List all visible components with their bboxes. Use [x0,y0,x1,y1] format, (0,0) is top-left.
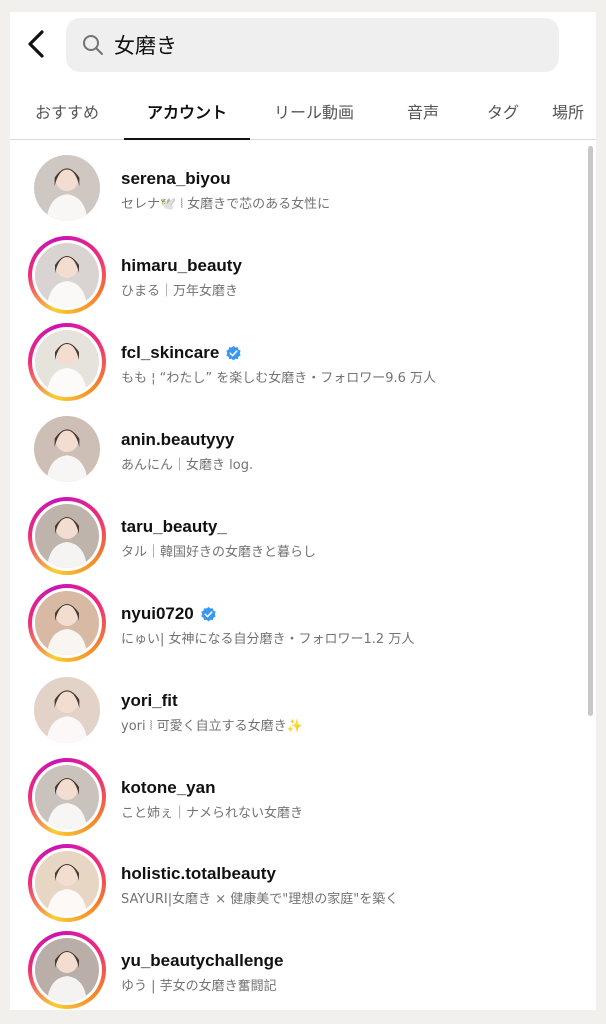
avatar-inner [32,240,102,310]
account-row[interactable]: himaru_beauty ひまる｜万年女磨き [10,236,590,322]
account-subtitle: こと姉ぇ｜ナメられない女磨き [121,806,304,821]
avatar-inner [32,501,102,571]
avatar [35,591,99,655]
username-text: kotone_yan [121,778,216,797]
avatar-story-ring[interactable] [28,323,106,401]
account-row[interactable]: yu_beautychallenge ゆう | 芋女の女磨き奮闘記 [10,931,590,1010]
account-username: serena_biyou [121,169,231,189]
chevron-left-icon [28,30,44,58]
username-text: yu_beautychallenge [121,951,284,970]
avatar-frame[interactable] [28,671,106,749]
header [10,12,596,82]
account-subtitle: セレナ🕊️ ⦚ 女磨きで芯のある女性に [121,197,331,212]
account-subtitle: SAYURI|女磨き × 健康美で"理想の家庭"を築く [121,892,399,907]
account-row[interactable]: yori_fityori ⦚ 可愛く自立する女磨き✨ [10,671,590,757]
account-username: yori_fit [121,691,178,711]
search-icon [82,34,104,56]
tab-places[interactable]: 場所 [552,82,596,139]
username-text: himaru_beauty [121,256,242,275]
avatar-story-ring[interactable] [28,497,106,575]
account-row[interactable]: fcl_skincare もも ¦ “わたし” を楽しむ女磨き・フォロワー9.6 … [10,323,590,409]
avatar-story-ring[interactable] [28,236,106,314]
avatar [34,677,100,743]
username-text: yori_fit [121,691,178,710]
avatar-story-ring[interactable] [28,844,106,922]
username-text: serena_biyou [121,169,231,188]
avatar-inner [32,935,102,1005]
search-bar[interactable] [66,18,559,72]
tab-tags[interactable]: タグ [470,82,536,139]
avatar [34,155,100,221]
account-subtitle: ひまる｜万年女磨き [121,284,239,299]
app-frame: おすすめ アカウント リール動画 音声 タグ 場所 serena_biyou セレ… [10,12,596,1010]
avatar-inner [32,327,102,397]
verified-badge-icon [225,345,242,362]
username-text: anin.beautyyy [121,430,235,449]
username-text: taru_beauty_ [121,517,227,536]
avatar-inner [34,155,100,221]
account-subtitle: タル｜韓国好きの女磨きと暮らし [121,545,317,560]
account-username: taru_beauty_ [121,517,227,537]
account-username: kotone_yan [121,778,215,798]
username-text: nyui0720 [121,604,194,623]
account-username: yu_beautychallenge [121,951,284,971]
avatar-story-ring[interactable] [28,758,106,836]
account-username: anin.beautyyy [121,430,234,450]
tab-recommended[interactable]: おすすめ [10,82,124,139]
avatar [35,504,99,568]
avatar-inner [32,588,102,658]
search-input[interactable] [114,30,514,60]
avatar [35,938,99,1002]
avatar-story-ring[interactable] [28,584,106,662]
avatar [35,243,99,307]
account-row[interactable]: anin.beautyyy あんにん｜女磨き log. [10,410,590,496]
avatar-inner [32,848,102,918]
account-subtitle: もも ¦ “わたし” を楽しむ女磨き・フォロワー9.6 万人 [121,371,437,386]
tab-bar: おすすめ アカウント リール動画 音声 タグ 場所 [10,82,596,140]
verified-badge-icon [200,606,217,623]
avatar [35,851,99,915]
avatar-inner [34,677,100,743]
back-button[interactable] [18,26,54,62]
tab-accounts[interactable]: アカウント [124,82,250,139]
avatar-frame[interactable] [28,410,106,488]
avatar [35,765,99,829]
scrollbar[interactable] [588,146,593,716]
account-username: fcl_skincare [121,343,242,363]
account-subtitle: yori ⦚ 可愛く自立する女磨き✨ [121,719,303,734]
avatar [34,416,100,482]
account-subtitle: にゅい| 女神になる自分磨き・フォロワー1.2 万人 [121,632,415,647]
account-username: holistic.totalbeauty [121,864,276,884]
avatar-inner [34,416,100,482]
username-text: fcl_skincare [121,343,220,362]
tab-reels[interactable]: リール動画 [254,82,374,139]
tab-audio[interactable]: 音声 [384,82,462,139]
account-subtitle: ゆう | 芋女の女磨き奮闘記 [121,979,277,994]
account-subtitle: あんにん｜女磨き log. [121,458,254,473]
active-tab-indicator [124,138,250,140]
account-row[interactable]: holistic.totalbeauty SAYURI|女磨き × 健康美で"理想… [10,844,590,930]
avatar-inner [32,762,102,832]
avatar [35,330,99,394]
account-row[interactable]: taru_beauty_ タル｜韓国好きの女磨きと暮らし [10,497,590,583]
account-row[interactable]: nyui0720 にゅい| 女神になる自分磨き・フォロワー1.2 万人 [10,584,590,670]
avatar-frame[interactable] [28,149,106,227]
account-row[interactable]: kotone_yan こと姉ぇ｜ナメられない女磨き [10,758,590,844]
username-text: holistic.totalbeauty [121,864,276,883]
account-row[interactable]: serena_biyou セレナ🕊️ ⦚ 女磨きで芯のある女性に [10,149,590,235]
account-username: nyui0720 [121,604,217,624]
avatar-story-ring[interactable] [28,931,106,1009]
account-username: himaru_beauty [121,256,242,276]
